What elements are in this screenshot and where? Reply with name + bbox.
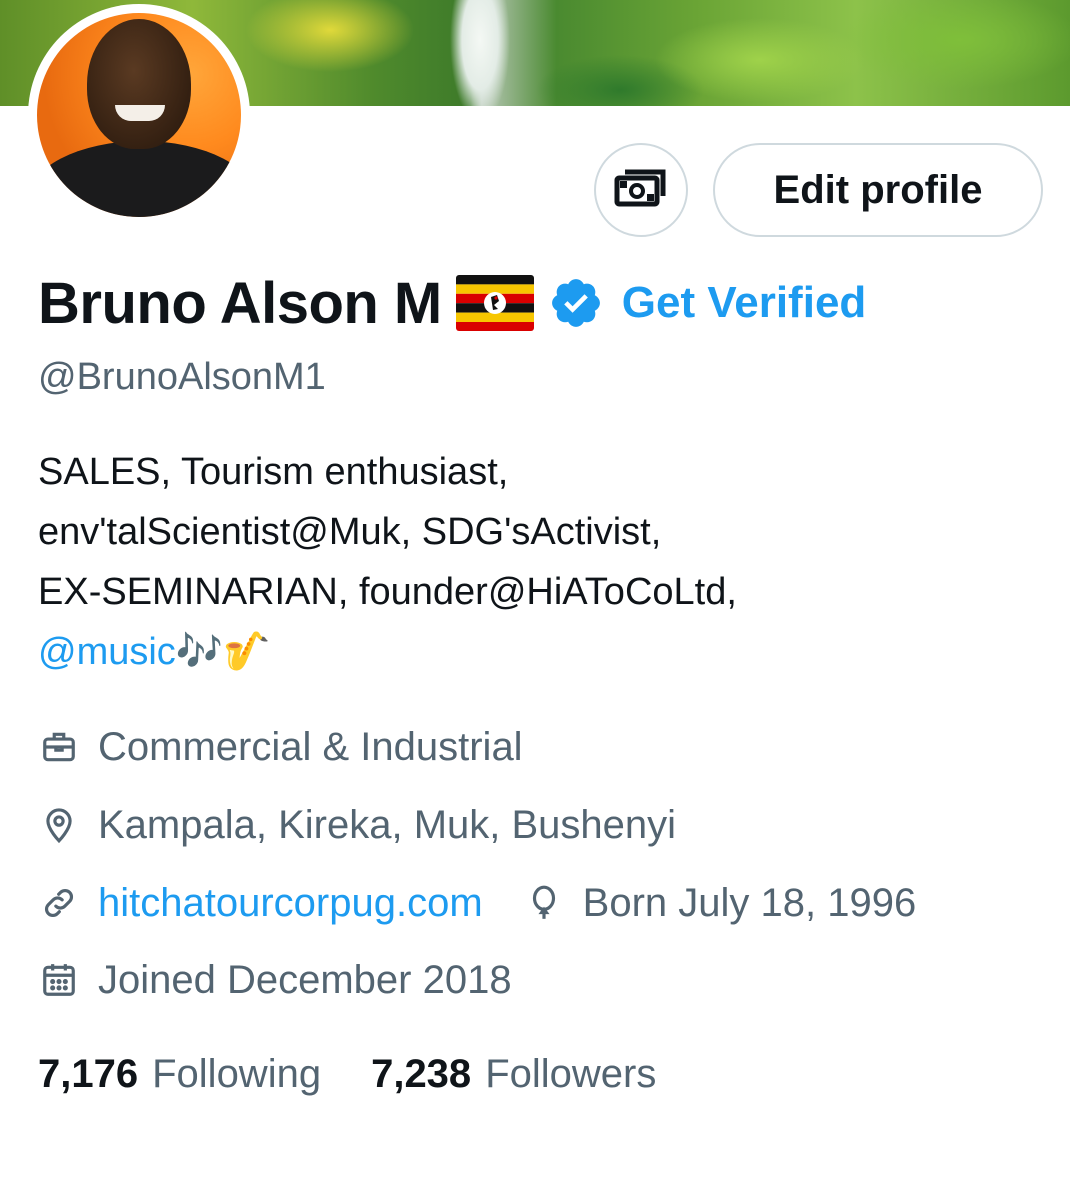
bio-mention-link[interactable]: @music xyxy=(38,631,176,673)
avatar-photo xyxy=(37,13,241,217)
bio-line: env'talScientist@Muk, SDG'sActivist, xyxy=(38,511,662,553)
user-handle: @BrunoAlsonM1 xyxy=(38,356,326,398)
balloon-icon xyxy=(523,882,565,924)
followers-count: 7,238 xyxy=(371,1051,472,1096)
edit-profile-button[interactable]: Edit profile xyxy=(713,143,1043,237)
followers-label: Followers xyxy=(485,1051,657,1096)
location-row: Kampala, Kireka, Muk, Bushenyi xyxy=(38,799,676,851)
location-pin-icon xyxy=(38,804,80,846)
bio-line: EX-SEMINARIAN, founder@HiAToCoLtd, xyxy=(38,571,737,613)
following-label: Following xyxy=(152,1051,322,1096)
bio-line: SALES, Tourism enthusiast, xyxy=(38,451,509,493)
link-icon xyxy=(38,882,80,924)
followers-link[interactable]: 7,238 Followers xyxy=(371,1052,656,1097)
bio-line: @music🎶🎷 xyxy=(38,622,1038,682)
display-name: Bruno Alson M xyxy=(38,270,442,336)
profile-page: Edit profile Bruno Alson M Get Verified xyxy=(0,0,1070,1191)
website-birth-row: hitchatourcorpug.com Born July 18, 1996 xyxy=(38,877,916,929)
profile-location: Kampala, Kireka, Muk, Bushenyi xyxy=(98,802,677,847)
calendar-icon xyxy=(38,959,80,1001)
joined-row: Joined December 2018 xyxy=(38,954,512,1006)
following-count: 7,176 xyxy=(38,1051,139,1096)
briefcase-icon xyxy=(38,726,80,768)
get-verified-link[interactable]: Get Verified xyxy=(622,278,867,328)
avatar[interactable] xyxy=(28,4,250,226)
bio: SALES, Tourism enthusiast, env'talScient… xyxy=(38,442,1038,682)
bio-emoji: 🎶🎷 xyxy=(175,631,271,673)
profile-website-link[interactable]: hitchatourcorpug.com xyxy=(98,881,483,926)
uganda-flag-icon xyxy=(455,275,534,331)
profile-category: Commercial & Industrial xyxy=(98,724,523,769)
category-row: Commercial & Industrial xyxy=(38,721,523,773)
money-icon xyxy=(613,166,669,215)
follow-stats: 7,176 Following 7,238 Followers xyxy=(38,1046,656,1102)
tips-button[interactable] xyxy=(594,143,688,237)
profile-joined-date: Joined December 2018 xyxy=(98,957,512,1002)
verified-badge-icon[interactable] xyxy=(548,275,604,331)
profile-birthdate: Born July 18, 1996 xyxy=(582,880,917,925)
name-row: Bruno Alson M Get Verified xyxy=(38,268,866,338)
following-link[interactable]: 7,176 Following xyxy=(38,1052,321,1097)
